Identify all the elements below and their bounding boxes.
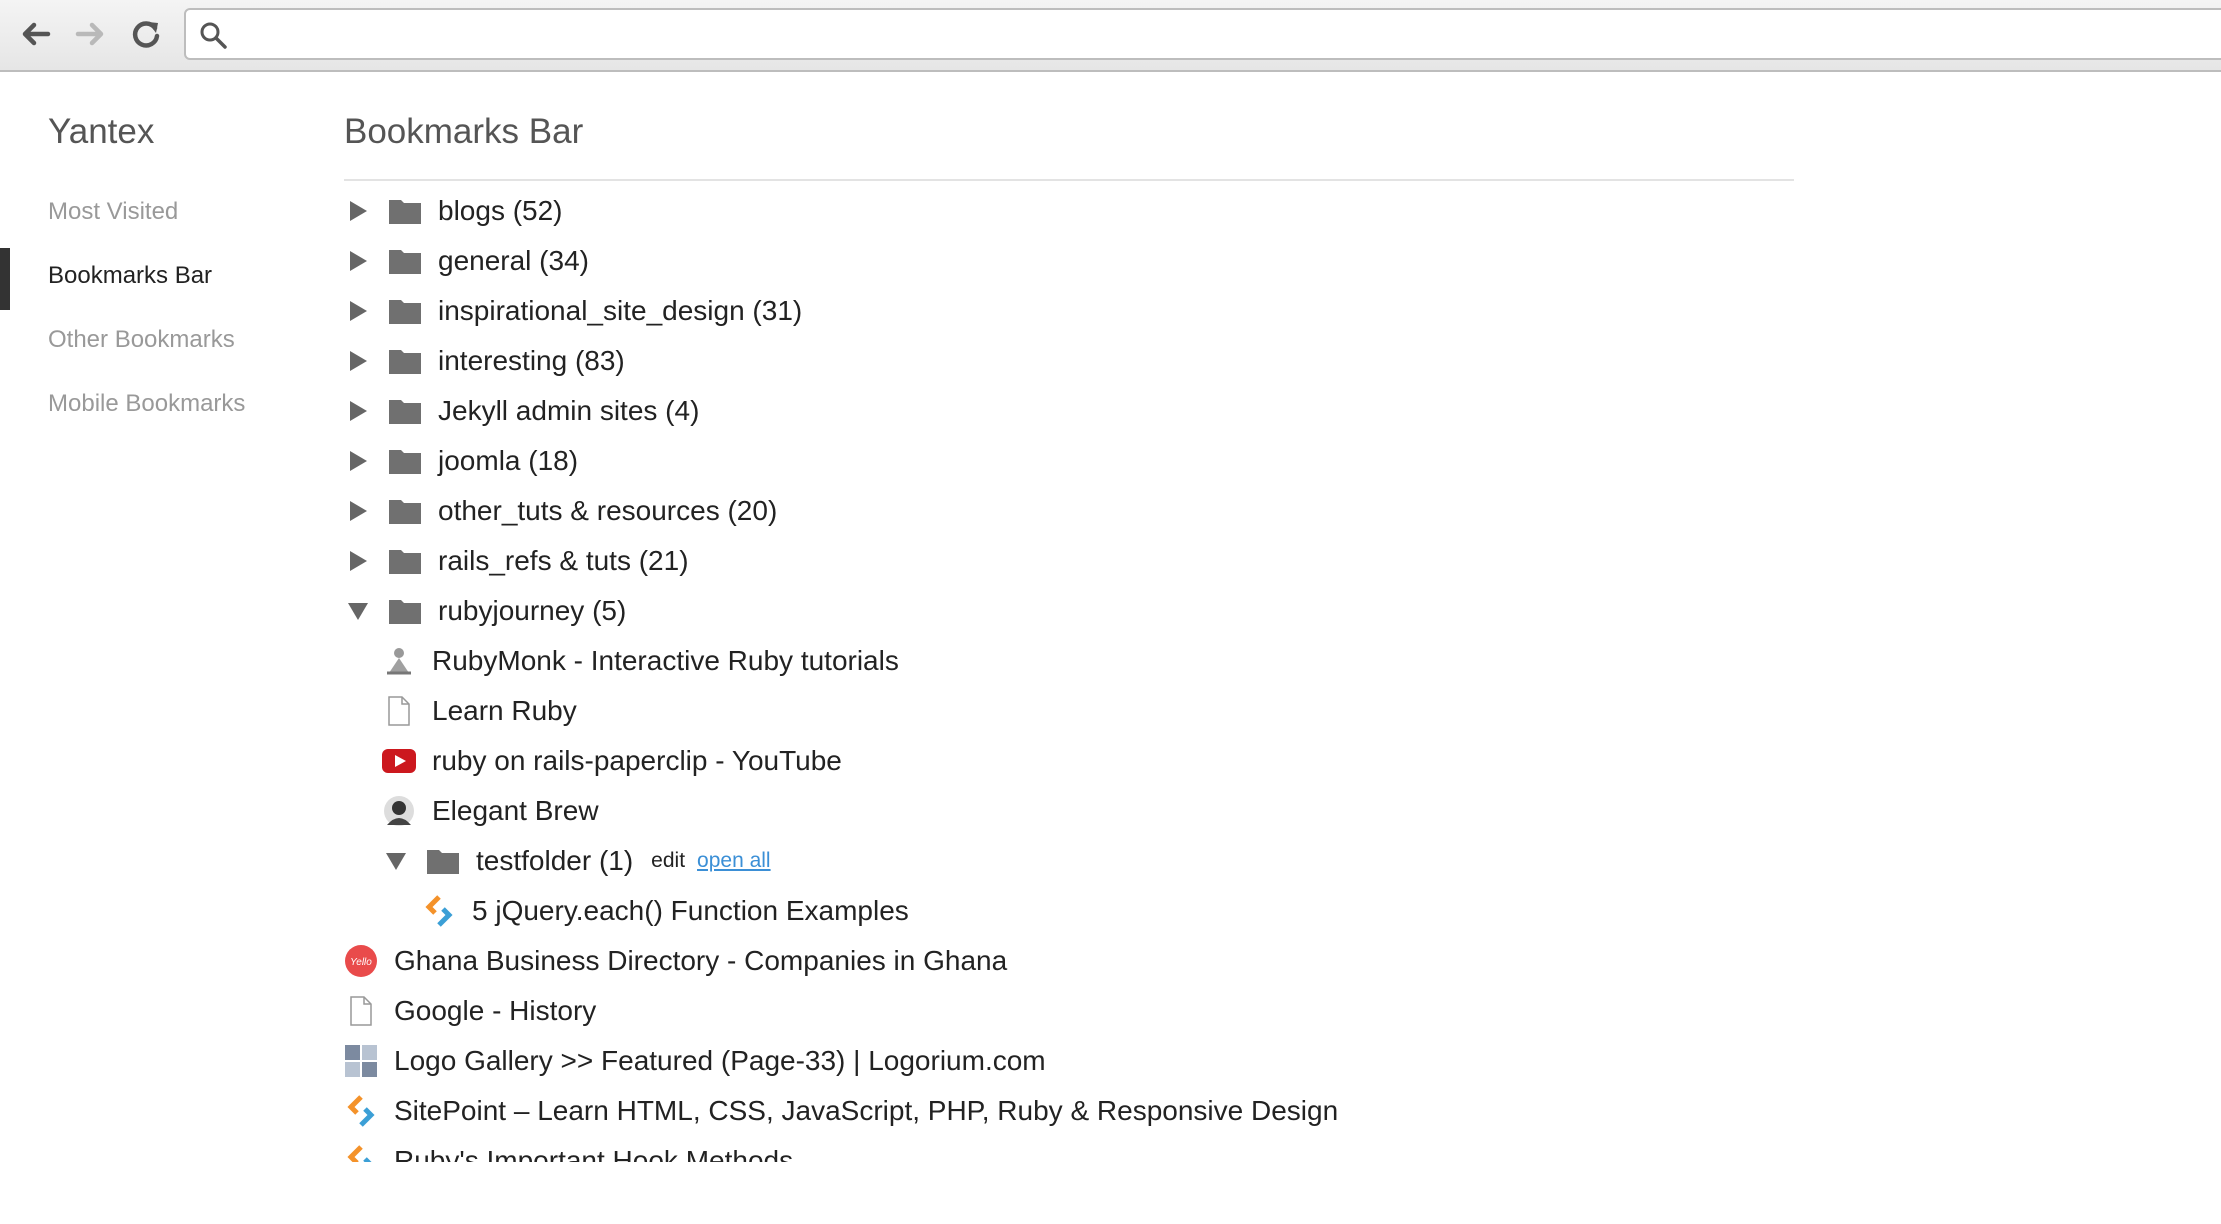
folder-icon xyxy=(388,194,422,228)
sidebar-item-most-visited[interactable]: Most Visited xyxy=(48,198,178,226)
browser-toolbar xyxy=(0,0,2221,72)
sitepoint-icon xyxy=(344,1144,378,1162)
bookmark-row[interactable]: Yello Ghana Business Directory - Compani… xyxy=(344,936,1794,986)
edit-link[interactable]: edit xyxy=(651,849,685,873)
address-input[interactable] xyxy=(242,16,2146,54)
collapse-arrow-icon[interactable] xyxy=(344,597,372,625)
bookmark-row[interactable]: Elegant Brew xyxy=(344,786,1794,836)
rubymonk-favicon-icon xyxy=(382,644,416,678)
folder-icon xyxy=(388,544,422,578)
bookmark-label[interactable]: Elegant Brew xyxy=(432,795,599,827)
sitepoint-icon xyxy=(422,894,456,928)
folder-label[interactable]: rails_refs & tuts (21) xyxy=(438,545,689,577)
open-all-link[interactable]: open all xyxy=(697,849,771,873)
youtube-icon xyxy=(382,744,416,778)
expand-arrow-icon[interactable] xyxy=(344,547,372,575)
collapse-arrow-icon[interactable] xyxy=(382,847,410,875)
folder-icon xyxy=(388,244,422,278)
sitepoint-icon xyxy=(344,1094,378,1128)
folder-row[interactable]: general (34) xyxy=(344,236,1794,286)
expand-arrow-icon[interactable] xyxy=(344,297,372,325)
arrow-left-icon xyxy=(22,22,51,46)
folder-icon xyxy=(388,294,422,328)
omnibox[interactable] xyxy=(184,8,2221,60)
avatar-favicon-icon xyxy=(382,794,416,828)
divider xyxy=(344,179,1794,181)
bookmark-row[interactable]: SitePoint – Learn HTML, CSS, JavaScript,… xyxy=(344,1086,1794,1136)
reload-button[interactable] xyxy=(126,14,166,54)
folder-row[interactable]: Jekyll admin sites (4) xyxy=(344,386,1794,436)
bookmark-label[interactable]: SitePoint – Learn HTML, CSS, JavaScript,… xyxy=(394,1095,1338,1127)
folder-label[interactable]: Jekyll admin sites (4) xyxy=(438,395,699,427)
logorium-icon xyxy=(344,1044,378,1078)
yello-icon-text: Yello xyxy=(350,957,372,968)
bookmark-row[interactable]: Ruby's Important Hook Methods xyxy=(344,1136,1794,1162)
folder-label[interactable]: interesting (83) xyxy=(438,345,625,377)
back-button[interactable] xyxy=(16,14,56,54)
reload-icon xyxy=(132,21,160,48)
bookmark-label[interactable]: Learn Ruby xyxy=(432,695,577,727)
search-icon xyxy=(200,22,227,49)
sidebar: Yantex Most Visited Bookmarks Bar Other … xyxy=(0,72,330,1224)
folder-label[interactable]: inspirational_site_design (31) xyxy=(438,295,802,327)
folder-icon xyxy=(388,394,422,428)
bookmark-label[interactable]: Ghana Business Directory - Companies in … xyxy=(394,945,1007,977)
expand-arrow-icon[interactable] xyxy=(344,497,372,525)
app-title: Yantex xyxy=(48,112,155,151)
yello-icon: Yello xyxy=(344,944,378,978)
expand-arrow-icon[interactable] xyxy=(344,247,372,275)
bookmark-row[interactable]: Google - History xyxy=(344,986,1794,1036)
expand-arrow-icon[interactable] xyxy=(344,197,372,225)
sidebar-item-bookmarks-bar[interactable]: Bookmarks Bar xyxy=(48,262,212,290)
bookmark-label[interactable]: Ruby's Important Hook Methods xyxy=(394,1145,793,1162)
folder-label[interactable]: rubyjourney (5) xyxy=(438,595,626,627)
folder-label[interactable]: other_tuts & resources (20) xyxy=(438,495,777,527)
folder-row[interactable]: inspirational_site_design (31) xyxy=(344,286,1794,336)
folder-icon xyxy=(388,444,422,478)
folder-row[interactable]: interesting (83) xyxy=(344,336,1794,386)
folder-row-expanded[interactable]: testfolder (1) edit open all xyxy=(344,836,1794,886)
bookmark-row[interactable]: ruby on rails-paperclip - YouTube xyxy=(344,736,1794,786)
expand-arrow-icon[interactable] xyxy=(344,447,372,475)
page-title: Bookmarks Bar xyxy=(344,112,584,151)
folder-icon xyxy=(426,844,460,878)
folder-row-expanded[interactable]: rubyjourney (5) xyxy=(344,586,1794,636)
folder-label[interactable]: blogs (52) xyxy=(438,195,563,227)
bookmark-row[interactable]: Logo Gallery >> Featured (Page-33) | Log… xyxy=(344,1036,1794,1086)
bookmark-label[interactable]: RubyMonk - Interactive Ruby tutorials xyxy=(432,645,899,677)
folder-row[interactable]: blogs (52) xyxy=(344,186,1794,236)
bookmark-tree: blogs (52) general (34) inspirational_si… xyxy=(344,186,1794,1162)
folder-label[interactable]: joomla (18) xyxy=(438,445,578,477)
folder-label[interactable]: testfolder (1) xyxy=(476,845,633,877)
bookmarks-panel: Bookmarks Bar blogs (52) general (34) in… xyxy=(344,72,1794,1162)
folder-icon xyxy=(388,594,422,628)
bookmark-label[interactable]: 5 jQuery.each() Function Examples xyxy=(472,895,909,927)
bookmark-row[interactable]: RubyMonk - Interactive Ruby tutorials xyxy=(344,636,1794,686)
forward-button[interactable] xyxy=(70,14,110,54)
folder-row[interactable]: joomla (18) xyxy=(344,436,1794,486)
expand-arrow-icon[interactable] xyxy=(344,347,372,375)
bookmark-row[interactable]: 5 jQuery.each() Function Examples xyxy=(344,886,1794,936)
folder-row[interactable]: rails_refs & tuts (21) xyxy=(344,536,1794,586)
arrow-right-icon xyxy=(75,22,104,46)
bookmark-label[interactable]: Google - History xyxy=(394,995,596,1027)
sidebar-item-other-bookmarks[interactable]: Other Bookmarks xyxy=(48,326,235,354)
folder-row[interactable]: other_tuts & resources (20) xyxy=(344,486,1794,536)
expand-arrow-icon[interactable] xyxy=(344,397,372,425)
bookmark-row[interactable]: Learn Ruby xyxy=(344,686,1794,736)
page-icon xyxy=(382,694,416,728)
bookmark-label[interactable]: Logo Gallery >> Featured (Page-33) | Log… xyxy=(394,1045,1046,1077)
folder-icon xyxy=(388,344,422,378)
folder-icon xyxy=(388,494,422,528)
bookmark-label[interactable]: ruby on rails-paperclip - YouTube xyxy=(432,745,842,777)
page-icon xyxy=(344,994,378,1028)
sidebar-item-mobile-bookmarks[interactable]: Mobile Bookmarks xyxy=(48,390,245,418)
active-indicator xyxy=(0,248,10,310)
folder-label[interactable]: general (34) xyxy=(438,245,589,277)
